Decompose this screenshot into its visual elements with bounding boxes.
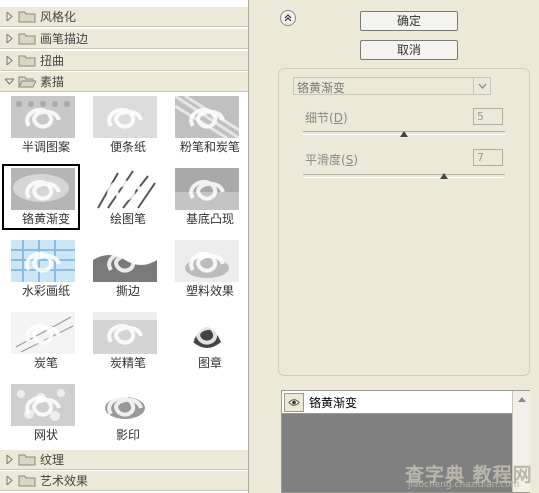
filter-thumbnail-label: 炭精笔 [109, 356, 146, 370]
detail-label-text: 细节 [305, 111, 330, 125]
folder-label: 素描 [40, 75, 65, 89]
collapse-arrow-icon[interactable] [0, 78, 18, 85]
cancel-button[interactable]: 取消 [360, 40, 458, 60]
expand-arrow-icon[interactable] [0, 56, 18, 65]
detail-shortcut: D [333, 111, 343, 125]
filter-thumbnail-label: 图章 [197, 356, 222, 370]
filter-thumbnail[interactable]: 撕边 [84, 236, 162, 302]
smoothness-slider-track[interactable] [303, 174, 505, 178]
filter-thumbnail-label: 网状 [33, 428, 58, 442]
filter-preview-image [93, 312, 157, 354]
filter-thumbnail[interactable]: 粉笔和炭笔 [166, 92, 244, 158]
filter-thumbnail-label: 炭笔 [33, 356, 58, 370]
folder-label: 画笔描边 [40, 32, 89, 46]
smoothness-value-field[interactable]: 7 [473, 149, 503, 166]
ok-button[interactable]: 确定 [360, 11, 458, 31]
filter-thumbnail[interactable]: 水彩画纸 [2, 236, 80, 302]
filter-select-value: 铬黄渐变 [297, 81, 346, 95]
filter-preview-image [175, 168, 239, 210]
filter-preview-image [175, 240, 239, 282]
watermark-line2: jiaocheng.chazidian.com [408, 480, 520, 490]
detail-value-field[interactable]: 5 [473, 108, 503, 125]
folder-icon [18, 453, 38, 467]
folder-icon [18, 32, 38, 46]
filter-thumbnail-label: 基底凸现 [185, 212, 234, 226]
filter-preview-image [11, 312, 75, 354]
filter-thumbnail[interactable]: 炭笔 [2, 308, 80, 374]
filter-browser-panel: 风格化 画笔描边 扭曲 素描 半调图案 便条纸 粉笔和炭笔铬黄渐变 绘图笔 基底凸现水彩… [0, 0, 249, 493]
filter-preview-image [11, 240, 75, 282]
smoothness-label-text: 平滑度 [305, 153, 342, 167]
expand-arrow-icon[interactable] [0, 455, 18, 464]
filter-preview-image [93, 384, 157, 426]
filter-thumbnail[interactable]: 半调图案 [2, 92, 80, 158]
folder-icon [18, 10, 38, 24]
filter-select[interactable]: 铬黄渐变 [293, 77, 491, 95]
folder-brush-strokes[interactable]: 画笔描边 [0, 29, 248, 49]
filter-thumbnail-label: 半调图案 [21, 140, 70, 154]
filter-thumbnail[interactable]: 绘图笔 [84, 164, 162, 230]
filter-preview-image [93, 240, 157, 282]
filter-thumbnail[interactable]: 炭精笔 [84, 308, 162, 374]
smoothness-shortcut: S [345, 153, 354, 167]
double-chevron-up-icon [284, 11, 292, 25]
filter-thumbnail[interactable]: 图章 [166, 308, 244, 374]
effect-layer-name: 铬黄渐变 [309, 396, 358, 410]
folder-texture[interactable]: 纹理 [0, 450, 248, 470]
folder-label: 扭曲 [40, 54, 65, 68]
filter-thumbnail-label: 水彩画纸 [21, 284, 70, 298]
folder-icon [18, 54, 38, 68]
folder-stylize[interactable]: 风格化 [0, 7, 248, 27]
detail-slider-handle[interactable] [400, 131, 408, 137]
folder-icon [18, 474, 38, 488]
filter-thumbnail[interactable]: 塑料效果 [166, 236, 244, 302]
filter-thumbnail-label: 粉笔和炭笔 [179, 140, 240, 154]
expand-arrow-icon[interactable] [0, 34, 18, 43]
filter-preview-image [93, 96, 157, 138]
filter-thumbnail-label: 铬黄渐变 [21, 212, 70, 226]
folder-open-icon [18, 75, 38, 89]
filter-thumbnail[interactable]: 网状 [2, 380, 80, 446]
filter-preview-image [175, 96, 239, 138]
smoothness-slider-handle[interactable] [440, 173, 449, 179]
folder-label: 纹理 [40, 453, 65, 467]
filter-thumbnail[interactable]: 铬黄渐变 [2, 164, 80, 230]
filter-preview-image [11, 96, 75, 138]
folder-label: 风格化 [40, 10, 77, 24]
watermark: 查字典 教程网 jiaocheng.chazidian.com [405, 460, 535, 490]
eye-icon[interactable] [284, 393, 304, 412]
effect-layer-row[interactable]: 铬黄渐变 [282, 391, 512, 414]
filter-thumbnail-label: 影印 [115, 428, 140, 442]
filter-preview-image [93, 168, 157, 210]
chevron-down-icon[interactable] [473, 78, 490, 94]
filter-thumbnail-label: 便条纸 [109, 140, 146, 154]
expand-arrow-icon[interactable] [0, 12, 18, 21]
filter-thumbnail-label: 撕边 [115, 284, 140, 298]
filter-thumbnail-grid: 半调图案 便条纸 粉笔和炭笔铬黄渐变 绘图笔 基底凸现水彩画纸 撕边 塑料效果炭笔 炭精笔 图章… [0, 92, 248, 446]
filter-preview-image [11, 384, 75, 426]
collapse-button[interactable] [280, 10, 296, 26]
filter-thumbnail-label: 塑料效果 [185, 284, 234, 298]
filter-preview-image [175, 312, 239, 354]
folder-sketch[interactable]: 素描 [0, 72, 248, 92]
filter-thumbnail[interactable]: 影印 [84, 380, 162, 446]
filter-thumbnail[interactable]: 基底凸现 [166, 164, 244, 230]
expand-arrow-icon[interactable] [0, 476, 18, 485]
folder-distort[interactable]: 扭曲 [0, 51, 248, 71]
filter-thumbnail-label: 绘图笔 [109, 212, 146, 226]
filter-thumbnail[interactable]: 便条纸 [84, 92, 162, 158]
smoothness-label: 平滑度(S) [305, 153, 359, 167]
detail-label: 细节(D) [305, 111, 348, 125]
scroll-up-arrow-icon[interactable] [513, 391, 530, 407]
folder-artistic[interactable]: 艺术效果 [0, 471, 248, 491]
filter-preview-image [11, 168, 75, 210]
folder-label: 艺术效果 [40, 474, 89, 488]
